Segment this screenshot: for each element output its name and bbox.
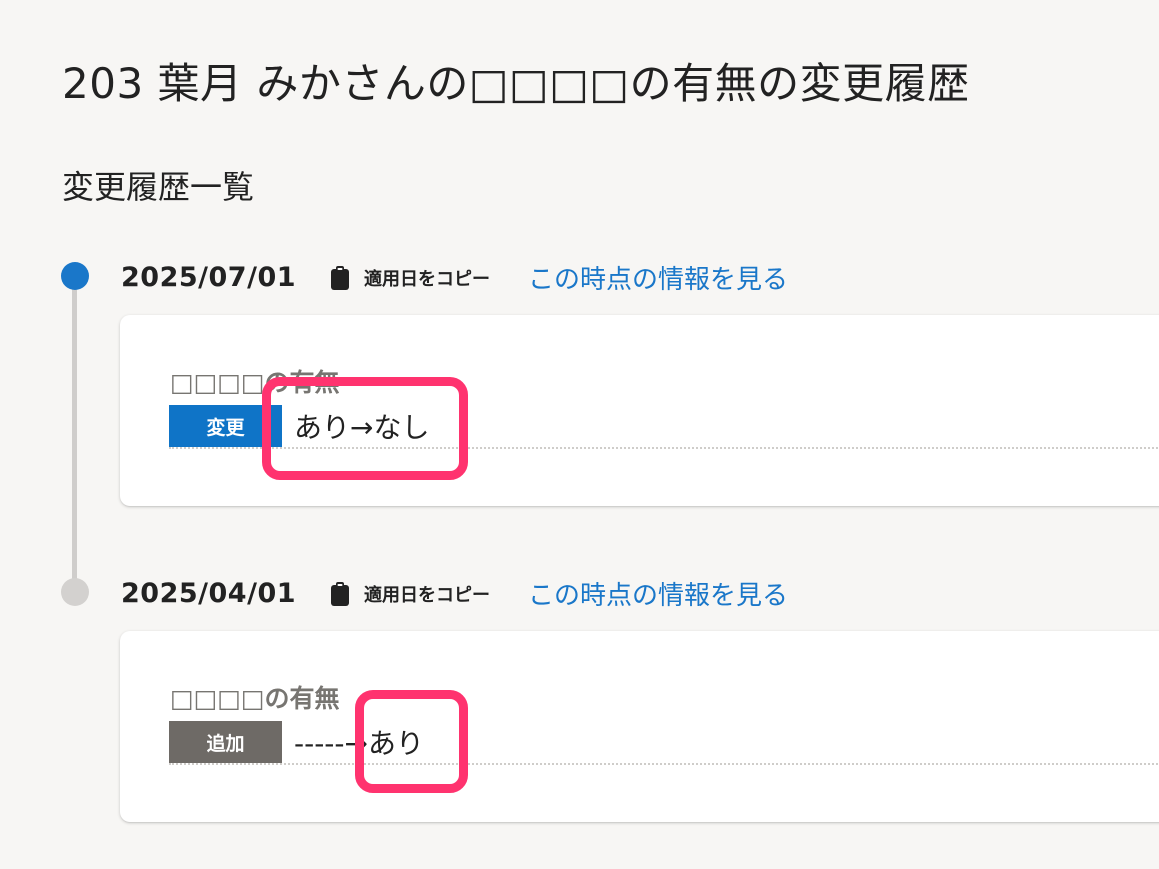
copy-date-button[interactable]: 適用日をコピー xyxy=(330,581,490,607)
history-card: □□□□の有無 追加 -----→あり xyxy=(120,631,1159,822)
highlight-annotation xyxy=(262,377,468,480)
copy-date-label: 適用日をコピー xyxy=(364,268,491,290)
entry-date: 2025/07/01 xyxy=(121,262,297,293)
timeline-dot-current xyxy=(61,262,89,290)
field-label: □□□□の有無 xyxy=(170,684,340,713)
clipboard-icon xyxy=(331,581,350,606)
add-badge: 追加 xyxy=(169,721,282,763)
highlight-annotation xyxy=(355,690,468,793)
view-snapshot-link[interactable]: この時点の情報を見る xyxy=(528,575,788,612)
view-snapshot-link[interactable]: この時点の情報を見る xyxy=(528,259,788,296)
entry-date: 2025/04/01 xyxy=(121,578,297,609)
timeline-line xyxy=(72,280,77,592)
timeline-dot-past xyxy=(61,578,89,606)
history-entry-header: 2025/07/01 適用日をコピー この時点の情報を見る xyxy=(121,259,788,296)
copy-date-button[interactable]: 適用日をコピー xyxy=(330,265,490,291)
section-title: 変更履歴一覧 xyxy=(62,168,255,206)
clipboard-icon xyxy=(331,265,350,290)
field-change-row: 追加 -----→あり xyxy=(169,721,1159,765)
history-entry-header: 2025/04/01 適用日をコピー この時点の情報を見る xyxy=(121,575,788,612)
page-title: 203 葉月 みかさんの□□□□の有無の変更履歴 xyxy=(62,59,970,109)
copy-date-label: 適用日をコピー xyxy=(364,584,491,606)
